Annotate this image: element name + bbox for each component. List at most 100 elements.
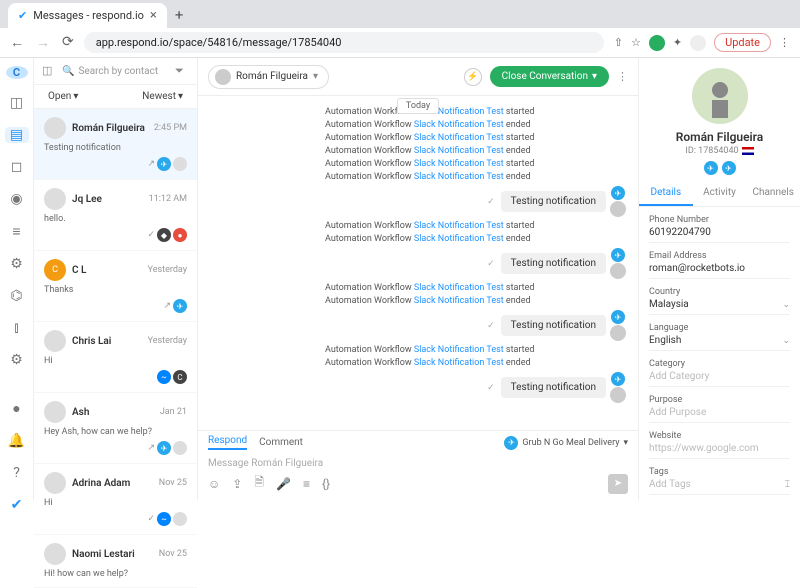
log-entry: Automation Workflow Slack Notification T… [210,159,626,169]
forward-icon[interactable]: → [36,34,50,51]
contacts-icon[interactable]: ◻ [8,159,26,175]
outgoing-message: ✓Testing notification✈ [210,372,626,403]
tags-field[interactable]: Add Tags⌶ [649,479,790,495]
log-entry: Automation Workflow Slack Notification T… [210,234,626,244]
conversation-item[interactable]: Naomi LestariNov 25 Hi! how can we help? [34,535,197,588]
extensions-icon[interactable]: ✦ [673,36,682,49]
notifications-icon[interactable]: 🔔 [8,433,26,449]
conversation-item[interactable]: AshJan 21 Hey Ash, how can we help? ↗✈ [34,393,197,464]
org-icon[interactable]: ⌬ [8,288,26,304]
list-icon[interactable]: ≡ [8,223,26,240]
flag-icon [742,147,754,155]
new-tab-button[interactable]: + [167,2,192,28]
brand-icon: ✔ [8,497,26,513]
messenger-icon: ~ [157,370,171,384]
dashboard-icon[interactable]: ◫ [8,95,26,111]
star-icon[interactable]: ☆ [631,36,641,49]
outgoing-message: ✓Testing notification✈ [210,248,626,279]
search-input[interactable]: 🔍 Search by contact [62,66,169,77]
channel-selector[interactable]: ✈Grub N Go Meal Delivery ▾ [504,436,628,450]
workspace-avatar[interactable]: C [6,66,28,79]
browser-tab[interactable]: ✔ Messages - respond.io × [8,3,167,28]
email-field[interactable]: roman@rocketbots.io [649,263,790,279]
telegram-icon[interactable]: ✈ [704,161,718,175]
phone-field[interactable]: 60192204790 [649,227,790,243]
telegram-icon: ✈ [173,299,187,313]
chevron-down-icon: ⌄ [782,300,790,310]
profile-icon[interactable] [690,35,706,51]
filter-icon[interactable]: ⏷ [175,64,189,78]
extension-icon[interactable] [649,35,665,51]
conversation-item[interactable]: Román Filgueira2:45 PM Testing notificat… [34,109,197,180]
telegram-icon: ✈ [157,441,171,455]
shortcut-icon[interactable]: ⚡ [464,68,482,86]
mic-icon[interactable]: 🎤 [276,477,291,491]
filter-sort[interactable]: Newest ▾ [142,91,183,102]
conversation-item[interactable]: Jq Lee11:12 AM hello. ✓◆● [34,180,197,251]
log-entry: Automation Workflow Slack Notification T… [210,358,626,368]
variable-icon[interactable]: {} [322,477,330,491]
chevron-down-icon: ⌄ [782,336,790,346]
contact-avatar [692,68,748,124]
tab-activity[interactable]: Activity [693,181,747,206]
back-icon[interactable]: ← [10,34,24,51]
messages-icon[interactable]: ▤ [5,127,29,143]
country-field[interactable]: Malaysia⌄ [649,299,790,315]
category-field[interactable]: Add Category [649,371,790,387]
menu-icon[interactable]: ⋮ [779,36,790,49]
telegram-icon: ✈ [157,157,171,171]
channel-icon: C [173,370,187,384]
cursor-icon: ⌶ [785,480,790,490]
date-separator: Today [397,98,439,114]
search-icon: 🔍 [62,66,74,77]
outgoing-message: ✓Testing notification✈ [210,186,626,217]
contact-sidebar: Román Filgueira ID: 17854040 ✈✈ Details … [638,58,800,500]
conversation-list: ◫ 🔍 Search by contact ⏷ Open ▾ Newest ▾ … [34,58,198,500]
telegram-icon[interactable]: ✈ [722,161,736,175]
help-icon[interactable]: ? [8,465,26,481]
message-input[interactable] [208,454,628,473]
contact-name: Román Filgueira [676,130,763,144]
tab-details[interactable]: Details [639,181,693,206]
browser-tab-strip: ✔ Messages - respond.io × + [0,0,800,28]
send-button[interactable]: ➤ [608,474,628,494]
emoji-icon[interactable]: ☺ [208,477,220,491]
log-entry: Automation Workflow Slack Notification T… [210,345,626,355]
attach-icon[interactable]: ⇪ [232,477,242,491]
log-entry: Automation Workflow Slack Notification T… [210,146,626,156]
language-field[interactable]: English⌄ [649,335,790,351]
contact-id: ID: 17854040 [685,146,753,156]
reload-icon[interactable]: ⟳ [62,34,74,51]
presence-icon[interactable]: ● [8,400,26,417]
close-conversation-button[interactable]: Close Conversation ▾ [490,66,609,87]
assignee-selector[interactable]: Román Filgueira▾ [208,65,329,89]
log-entry: Automation Workflow Slack Notification T… [210,120,626,130]
filter-open[interactable]: Open ▾ [48,91,78,102]
respond-tab[interactable]: Respond [208,435,247,450]
outgoing-message: ✓Testing notification✈ [210,310,626,341]
log-entry: Automation Workflow Slack Notification T… [210,133,626,143]
file-icon[interactable]: 🗎 [254,473,264,494]
panel-icon[interactable]: ◫ [42,64,56,78]
share-icon[interactable]: ⇧ [614,36,623,49]
website-field[interactable]: https://www.google.com [649,443,790,459]
purpose-field[interactable]: Add Purpose [649,407,790,423]
comment-tab[interactable]: Comment [259,437,303,448]
broadcast-icon[interactable]: ◉ [8,191,26,207]
channel-icon: ◆ [157,228,171,242]
update-button[interactable]: Update [714,33,771,52]
conversation-item[interactable]: CC LYesterday Thanks ↗✈ [34,251,197,322]
tab-channels[interactable]: Channels [746,181,800,206]
settings-icon[interactable]: ⚙ [8,352,26,368]
conversation-item[interactable]: Chris LaiYesterday Hi ~C [34,322,197,393]
log-entry: Automation Workflow Slack Notification T… [210,283,626,293]
more-icon[interactable]: ⋮ [617,70,628,83]
close-tab-icon[interactable]: × [150,8,157,23]
composer: Respond Comment ✈Grub N Go Meal Delivery… [198,430,638,500]
reports-icon[interactable]: ⫾ [8,320,26,336]
log-entry: Automation Workflow Slack Notification T… [210,172,626,182]
workflow-icon[interactable]: ⚙ [8,256,26,272]
address-bar[interactable]: app.respond.io/space/54816/message/17854… [84,32,604,53]
tab-title: Messages - respond.io [33,9,144,22]
snippet-icon[interactable]: ≡ [303,477,310,491]
